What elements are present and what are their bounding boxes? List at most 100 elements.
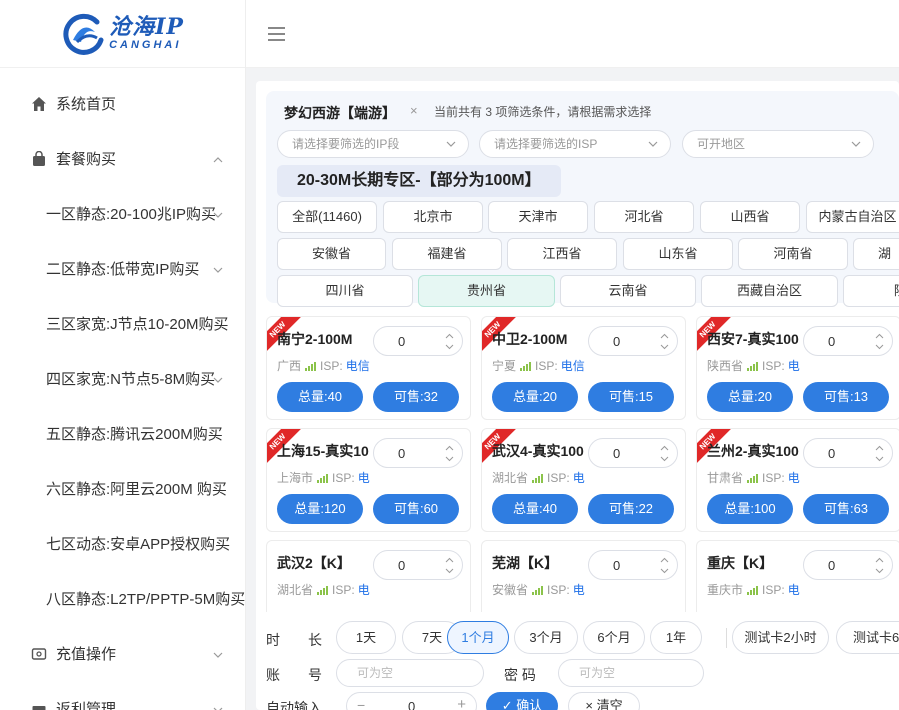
node-card[interactable]: NEW 中卫2-100M 0 宁夏 ISP: 电信 总量:20 可售:15	[481, 316, 686, 420]
duration-option[interactable]: 3个月	[514, 621, 578, 654]
brand-name-en: CANGHAI	[109, 39, 182, 51]
isp-select[interactable]: 请选择要筛选的ISP	[479, 130, 671, 158]
sidebar-subitem-zone7[interactable]: 七区动态:安卓APP授权购买	[0, 516, 245, 571]
chevron-up-icon[interactable]	[875, 445, 884, 451]
region-button[interactable]: 湖	[853, 238, 899, 270]
chevron-up-icon[interactable]	[660, 557, 669, 563]
region-button[interactable]: 山东省	[623, 238, 733, 270]
chevron-up-icon[interactable]	[445, 557, 454, 563]
node-card[interactable]: NEW 兰州2-真实100 0 甘肃省 ISP: 电总量:100 可售:63	[696, 428, 899, 532]
duration-option[interactable]: 测试卡6小	[836, 621, 899, 654]
chevron-up-icon[interactable]	[445, 333, 454, 339]
node-meta: 湖北省 ISP: 电	[492, 469, 585, 486]
region-button[interactable]: 河北省	[594, 201, 694, 233]
chevron-down-icon[interactable]	[875, 456, 884, 462]
ip-segment-select[interactable]: 请选择要筛选的IP段	[277, 130, 469, 158]
available-button[interactable]: 可售:32	[373, 382, 459, 412]
sidebar-item-home[interactable]: 系统首页	[0, 76, 245, 131]
region-select[interactable]: 可开地区	[682, 130, 874, 158]
region-button[interactable]: 陕	[843, 275, 899, 307]
region-button[interactable]: 内蒙古自治区	[806, 201, 899, 233]
confirm-button[interactable]: ✓ 确认	[486, 692, 558, 710]
chevron-down-icon[interactable]	[660, 456, 669, 462]
quantity-stepper[interactable]: 0	[373, 550, 463, 580]
node-card[interactable]: NEW 西安7-真实100 0 陕西省 ISP: 电总量:20 可售:13	[696, 316, 899, 420]
quantity-stepper[interactable]: 0	[373, 326, 463, 356]
total-button[interactable]: 总量:40	[492, 494, 578, 524]
chevron-up-icon[interactable]	[875, 333, 884, 339]
total-button[interactable]: 总量:120	[277, 494, 363, 524]
password-input[interactable]: 可为空	[558, 659, 704, 687]
quantity-stepper[interactable]: 0	[373, 438, 463, 468]
region-button[interactable]: 天津市	[488, 201, 588, 233]
chevron-down-icon[interactable]	[875, 344, 884, 350]
chevron-down-icon[interactable]	[445, 456, 454, 462]
quantity-stepper[interactable]: 0	[803, 438, 893, 468]
region-button[interactable]: 北京市	[383, 201, 483, 233]
quantity-stepper[interactable]: − 0 +	[346, 692, 477, 710]
sidebar-item-rebate[interactable]: 返利管理	[0, 681, 245, 710]
sidebar-subitem-zone2[interactable]: 二区静态:低带宽IP购买	[0, 241, 245, 296]
menu-toggle-icon[interactable]	[268, 27, 285, 41]
sidebar-subitem-zone4[interactable]: 四区家宽:N节点5-8M购买	[0, 351, 245, 406]
duration-option[interactable]: 1年	[650, 621, 702, 654]
chevron-down-icon[interactable]	[660, 568, 669, 574]
sidebar-subitem-zone6[interactable]: 六区静态:阿里云200M 购买	[0, 461, 245, 516]
chevron-down-icon[interactable]	[445, 344, 454, 350]
region-button[interactable]: 云南省	[560, 275, 696, 307]
brand-logo[interactable]: 沧海IP CANGHAI	[0, 0, 245, 68]
region-button[interactable]: 江西省	[507, 238, 617, 270]
minus-button[interactable]: −	[357, 697, 365, 710]
node-card[interactable]: NEW 南宁2-100M 0 广西 ISP: 电信 总量:40 可售:32	[266, 316, 471, 420]
quantity-stepper[interactable]: 0	[588, 550, 678, 580]
duration-option[interactable]: 1天	[336, 621, 396, 654]
isp-label: ISP:	[332, 470, 355, 485]
quantity-stepper[interactable]: 0	[803, 326, 893, 356]
total-button[interactable]: 总量:100	[707, 494, 793, 524]
sidebar-item-package[interactable]: 套餐购买	[0, 131, 245, 186]
sidebar-item-recharge[interactable]: 充值操作	[0, 626, 245, 681]
total-button[interactable]: 总量:20	[492, 382, 578, 412]
filter-hint: 当前共有 3 项筛选条件，请根据需求选择	[434, 105, 652, 119]
chevron-up-icon[interactable]	[660, 445, 669, 451]
sidebar-subitem-zone8[interactable]: 八区静态:L2TP/PPTP-5M购买	[0, 571, 245, 626]
region-button[interactable]: 西藏自治区	[701, 275, 838, 307]
plus-button[interactable]: +	[457, 696, 466, 710]
region-button[interactable]: 全部(11460)	[277, 201, 377, 233]
sidebar-subitem-zone5[interactable]: 五区静态:腾讯云200M购买	[0, 406, 245, 461]
node-card[interactable]: NEW 上海15-真实10 0 上海市 ISP: 电总量:120 可售:60	[266, 428, 471, 532]
available-button[interactable]: 可售:13	[803, 382, 889, 412]
available-button[interactable]: 可售:63	[803, 494, 889, 524]
region-button[interactable]: 安徽省	[277, 238, 386, 270]
available-button[interactable]: 可售:60	[373, 494, 459, 524]
total-button[interactable]: 总量:20	[707, 382, 793, 412]
sidebar-subitem-zone3[interactable]: 三区家宽:J节点10-20M购买	[0, 296, 245, 351]
quantity-stepper[interactable]: 0	[588, 326, 678, 356]
sidebar-subitem-label: 五区静态:腾讯云200M购买	[46, 426, 223, 443]
chevron-down-icon[interactable]	[660, 344, 669, 350]
chevron-down-icon[interactable]	[875, 568, 884, 574]
duration-option[interactable]: 6个月	[583, 621, 645, 654]
total-button[interactable]: 总量:40	[277, 382, 363, 412]
duration-option[interactable]: 测试卡2小时	[732, 621, 829, 654]
region-button[interactable]: 河南省	[738, 238, 848, 270]
select-placeholder: 请选择要筛选的ISP	[494, 137, 598, 151]
region-button[interactable]: 四川省	[277, 275, 413, 307]
clear-button[interactable]: × 清空	[568, 692, 640, 710]
sidebar-subitem-zone1[interactable]: 一区静态:20-100兆IP购买	[0, 186, 245, 241]
available-button[interactable]: 可售:22	[588, 494, 674, 524]
close-icon[interactable]: ×	[410, 103, 418, 118]
quantity-stepper[interactable]: 0	[588, 438, 678, 468]
chevron-up-icon[interactable]	[445, 445, 454, 451]
region-button[interactable]: 山西省	[700, 201, 800, 233]
region-button-active[interactable]: 贵州省	[418, 275, 555, 307]
node-card[interactable]: NEW 武汉4-真实100 0 湖北省 ISP: 电总量:40 可售:22	[481, 428, 686, 532]
region-button[interactable]: 福建省	[392, 238, 502, 270]
chevron-up-icon[interactable]	[875, 557, 884, 563]
chevron-down-icon[interactable]	[445, 568, 454, 574]
account-input[interactable]: 可为空	[336, 659, 484, 687]
chevron-up-icon[interactable]	[660, 333, 669, 339]
quantity-stepper[interactable]: 0	[803, 550, 893, 580]
duration-option-active[interactable]: 1个月	[447, 621, 509, 654]
available-button[interactable]: 可售:15	[588, 382, 674, 412]
